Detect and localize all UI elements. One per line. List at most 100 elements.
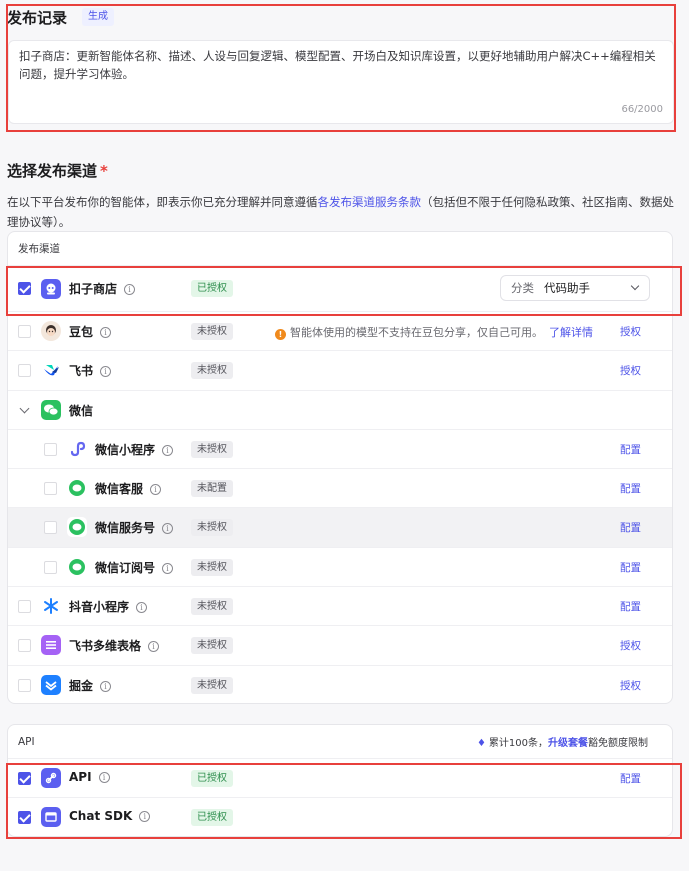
wechat-mini-config-button[interactable]: 配置 [620,442,641,457]
feishu-icon [41,360,61,381]
juejin-authorize-button[interactable]: 授权 [620,678,641,693]
doubao-checkbox[interactable] [18,325,31,338]
chevron-down-icon[interactable] [19,403,30,414]
info-icon[interactable]: i [148,641,160,653]
wechat-cs-checkbox[interactable] [44,482,57,496]
category-select[interactable]: 分类 代码助手 [500,275,650,301]
wechat-service-checkbox[interactable] [44,521,57,535]
juejin-icon [41,674,61,695]
doubao-warning-text: 智能体使用的模型不支持在豆包分享，仅自己可用。 [290,326,543,339]
channel-row-coze-store[interactable]: 扣子商店 i 已授权 分类 代码助手 [8,266,672,312]
info-icon[interactable]: i [100,680,112,692]
api-checkbox[interactable] [18,772,31,785]
chat-sdk-name: Chat SDK i [69,809,151,823]
info-icon[interactable]: i [124,284,136,295]
release-notes-text[interactable]: 扣子商店：更新智能体名称、描述、人设与回复逻辑、模型配置、开场白及知识库设置，以… [19,47,663,83]
info-icon[interactable]: i [100,327,112,338]
feishu-sheet-checkbox[interactable] [18,639,31,653]
learn-more-link[interactable]: 了解详情 [549,326,593,339]
doubao-label: 豆包 [69,325,94,339]
wechat-sub-checkbox[interactable] [44,560,57,574]
channel-row-api[interactable]: API i 已授权 配置 [8,759,672,799]
channel-card-header: 发布渠道 [8,232,672,266]
info-icon[interactable]: i [139,811,151,823]
feishu-label: 飞书 [69,364,94,379]
juejin-label: 掘金 [69,678,94,693]
wechat-service-config-button[interactable]: 配置 [620,520,641,535]
channels-description: 在以下平台发布你的智能体，即表示你已充分理解并同意遵循各发布渠道服务条款（包括但… [7,192,683,232]
wechat-mini-name: 微信小程序 i [95,441,174,458]
feishu-sheet-icon [41,635,61,656]
info-icon[interactable]: i [162,444,174,456]
channel-row-wechat-cs[interactable]: 微信客服 i 未配置 配置 [8,469,672,509]
douyin-mini-label: 抖音小程序 [69,600,130,615]
channel-row-wechat[interactable]: 微信 [8,391,672,430]
wechat-cs-config-button[interactable]: 配置 [620,481,641,496]
juejin-status: 未授权 [191,676,233,694]
desc-prefix: 在以下平台发布你的智能体，即表示你已充分理解并同意遵循 [7,195,318,209]
channel-card: 发布渠道 扣子商店 i 已授权 分类 代码助手 豆包 i 未授权 ! 智能体使用的模型不… [7,231,673,704]
coze-store-name: 扣子商店 i [69,280,136,297]
feishu-sheet-label: 飞书多维表格 [69,639,142,654]
wechat-sub-name: 微信订阅号 i [95,559,174,576]
coze-store-checkbox[interactable] [18,282,31,295]
doubao-icon [41,321,61,341]
generate-button[interactable]: 生成 [82,8,114,26]
info-icon[interactable]: i [136,602,148,614]
doubao-name: 豆包 i [69,323,112,340]
channel-row-juejin[interactable]: 掘金 i 未授权 授权 [8,666,672,705]
wechat-name: 微信 [69,403,94,418]
wechat-service-label: 微信服务号 [95,521,156,536]
channels-title-text: 选择发布渠道 [7,162,98,180]
info-icon[interactable]: i [162,562,174,574]
channel-row-douyin-mini[interactable]: 抖音小程序 i 未授权 配置 [8,587,672,627]
info-icon[interactable]: i [150,484,162,496]
channel-row-wechat-mini[interactable]: 微信小程序 i 未授权 配置 [8,430,672,470]
wechat-sub-status: 未授权 [191,558,233,576]
channel-row-wechat-service[interactable]: 微信服务号 i 未授权 配置 [8,508,672,548]
terms-link[interactable]: 各发布渠道服务条款 [318,195,422,209]
release-title: 发布记录 [7,9,68,27]
channel-row-chat-sdk[interactable]: Chat SDK i 已授权 [8,798,672,837]
wechat-service-icon [67,517,87,538]
required-mark: * [100,162,108,180]
channel-row-feishu-sheet[interactable]: 飞书多维表格 i 未授权 授权 [8,626,672,666]
chat-sdk-checkbox[interactable] [18,811,31,825]
channel-row-feishu[interactable]: 飞书 i 未授权 授权 [8,351,672,391]
douyin-mini-checkbox[interactable] [18,600,31,614]
wechat-icon [41,399,61,420]
feishu-name: 飞书 i [69,362,112,379]
wechat-mini-program-icon [67,438,87,459]
wechat-mini-label: 微信小程序 [95,442,156,457]
info-icon[interactable]: i [98,772,110,783]
release-notes-textarea[interactable]: 扣子商店：更新智能体名称、描述、人设与回复逻辑、模型配置、开场白及知识库设置，以… [8,40,674,124]
coze-store-icon [41,279,61,299]
info-icon[interactable]: i [100,366,112,378]
douyin-mini-config-button[interactable]: 配置 [620,599,641,614]
chat-sdk-icon [41,807,61,828]
api-note-prefix: 累计100条， [488,738,548,749]
feishu-authorize-button[interactable]: 授权 [620,363,641,378]
chevron-down-icon [630,281,640,291]
api-card: API ♦ 累计100条，升级套餐豁免额度限制 API i 已授权 配置 Chat … [7,724,673,837]
wechat-mini-checkbox[interactable] [44,442,57,456]
api-config-button[interactable]: 配置 [620,771,641,786]
juejin-checkbox[interactable] [18,678,31,692]
coze-store-status: 已授权 [191,280,233,297]
feishu-sheet-authorize-button[interactable]: 授权 [620,638,641,653]
channel-row-wechat-sub[interactable]: 微信订阅号 i 未授权 配置 [8,548,672,588]
wechat-sub-config-button[interactable]: 配置 [620,560,641,575]
douyin-icon [41,596,61,617]
category-label: 分类 [511,281,534,295]
upgrade-plan-link[interactable]: 升级套餐 [548,738,588,749]
coze-store-label: 扣子商店 [69,282,118,296]
info-icon[interactable]: i [162,523,174,535]
wechat-cs-status: 未配置 [191,480,233,498]
channel-row-doubao[interactable]: 豆包 i 未授权 ! 智能体使用的模型不支持在豆包分享，仅自己可用。 了解详情 授权 [8,312,672,352]
wechat-service-name: 微信服务号 i [95,519,174,536]
channels-title: 选择发布渠道 * [7,160,108,181]
wechat-mini-status: 未授权 [191,440,233,458]
doubao-authorize-button[interactable]: 授权 [620,324,641,339]
feishu-checkbox[interactable] [18,364,31,378]
api-label: API [69,770,92,784]
